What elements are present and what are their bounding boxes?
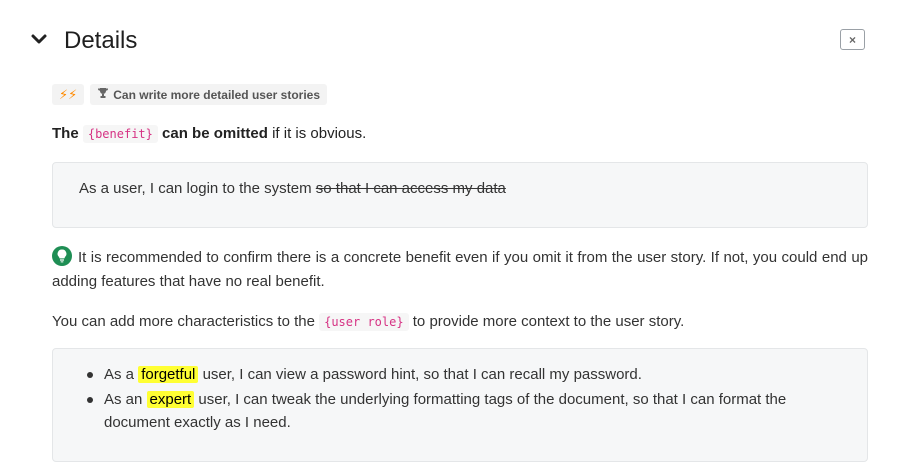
benefit-rest: if it is obvious. — [272, 125, 367, 142]
highlight-term: forgetful — [138, 366, 199, 383]
example-plain: As a user, I can login to the system — [79, 180, 312, 197]
achievement-badge: Can write more detailed user stories — [90, 84, 328, 105]
section-title: Details — [64, 27, 138, 54]
achievement-label: Can write more detailed user stories — [113, 87, 321, 102]
example-pre: As an — [104, 391, 143, 408]
user-role-suffix: to provide more context to the user stor… — [412, 313, 685, 330]
list-item: As an expert user, I can tweak the under… — [87, 388, 847, 434]
user-role-code: {user role} — [319, 313, 409, 331]
user-role-paragraph: You can add more characteristics to the … — [52, 313, 685, 331]
difficulty-badge: ⚡⚡ — [52, 84, 85, 105]
list-item: As a forgetful user, I can view a passwo… — [87, 363, 847, 386]
example-post: user, I can view a password hint, so tha… — [202, 366, 642, 383]
example-post: user, I can tweak the underlying formatt… — [104, 391, 787, 431]
tip-paragraph: It is recommended to confirm there is a … — [52, 246, 868, 294]
lightbulb-icon — [52, 246, 72, 266]
example-box: As a user, I can login to the system so … — [52, 162, 868, 228]
benefit-bold-suffix: can be omitted — [162, 125, 268, 142]
tip-text: It is recommended to confirm there is a … — [52, 249, 868, 290]
benefit-prefix: The — [52, 125, 79, 142]
highlight-term: expert — [146, 391, 195, 408]
close-button[interactable]: × — [840, 29, 865, 50]
examples-list: As a forgetful user, I can view a passwo… — [87, 363, 847, 436]
examples-box: As a forgetful user, I can view a passwo… — [52, 348, 868, 462]
user-role-prefix: You can add more characteristics to the — [52, 313, 315, 330]
collapse-chevron-icon[interactable] — [30, 30, 48, 48]
trophy-icon — [97, 87, 109, 102]
benefit-omit-paragraph: The {benefit} can be omitted if it is ob… — [52, 125, 367, 143]
example-struck: so that I can access my data — [315, 180, 506, 197]
zap-icon: ⚡⚡ — [59, 86, 78, 102]
example-pre: As a — [104, 366, 135, 383]
badge-row: ⚡⚡ Can write more detailed user stories — [52, 84, 328, 105]
benefit-code: {benefit} — [82, 125, 158, 143]
